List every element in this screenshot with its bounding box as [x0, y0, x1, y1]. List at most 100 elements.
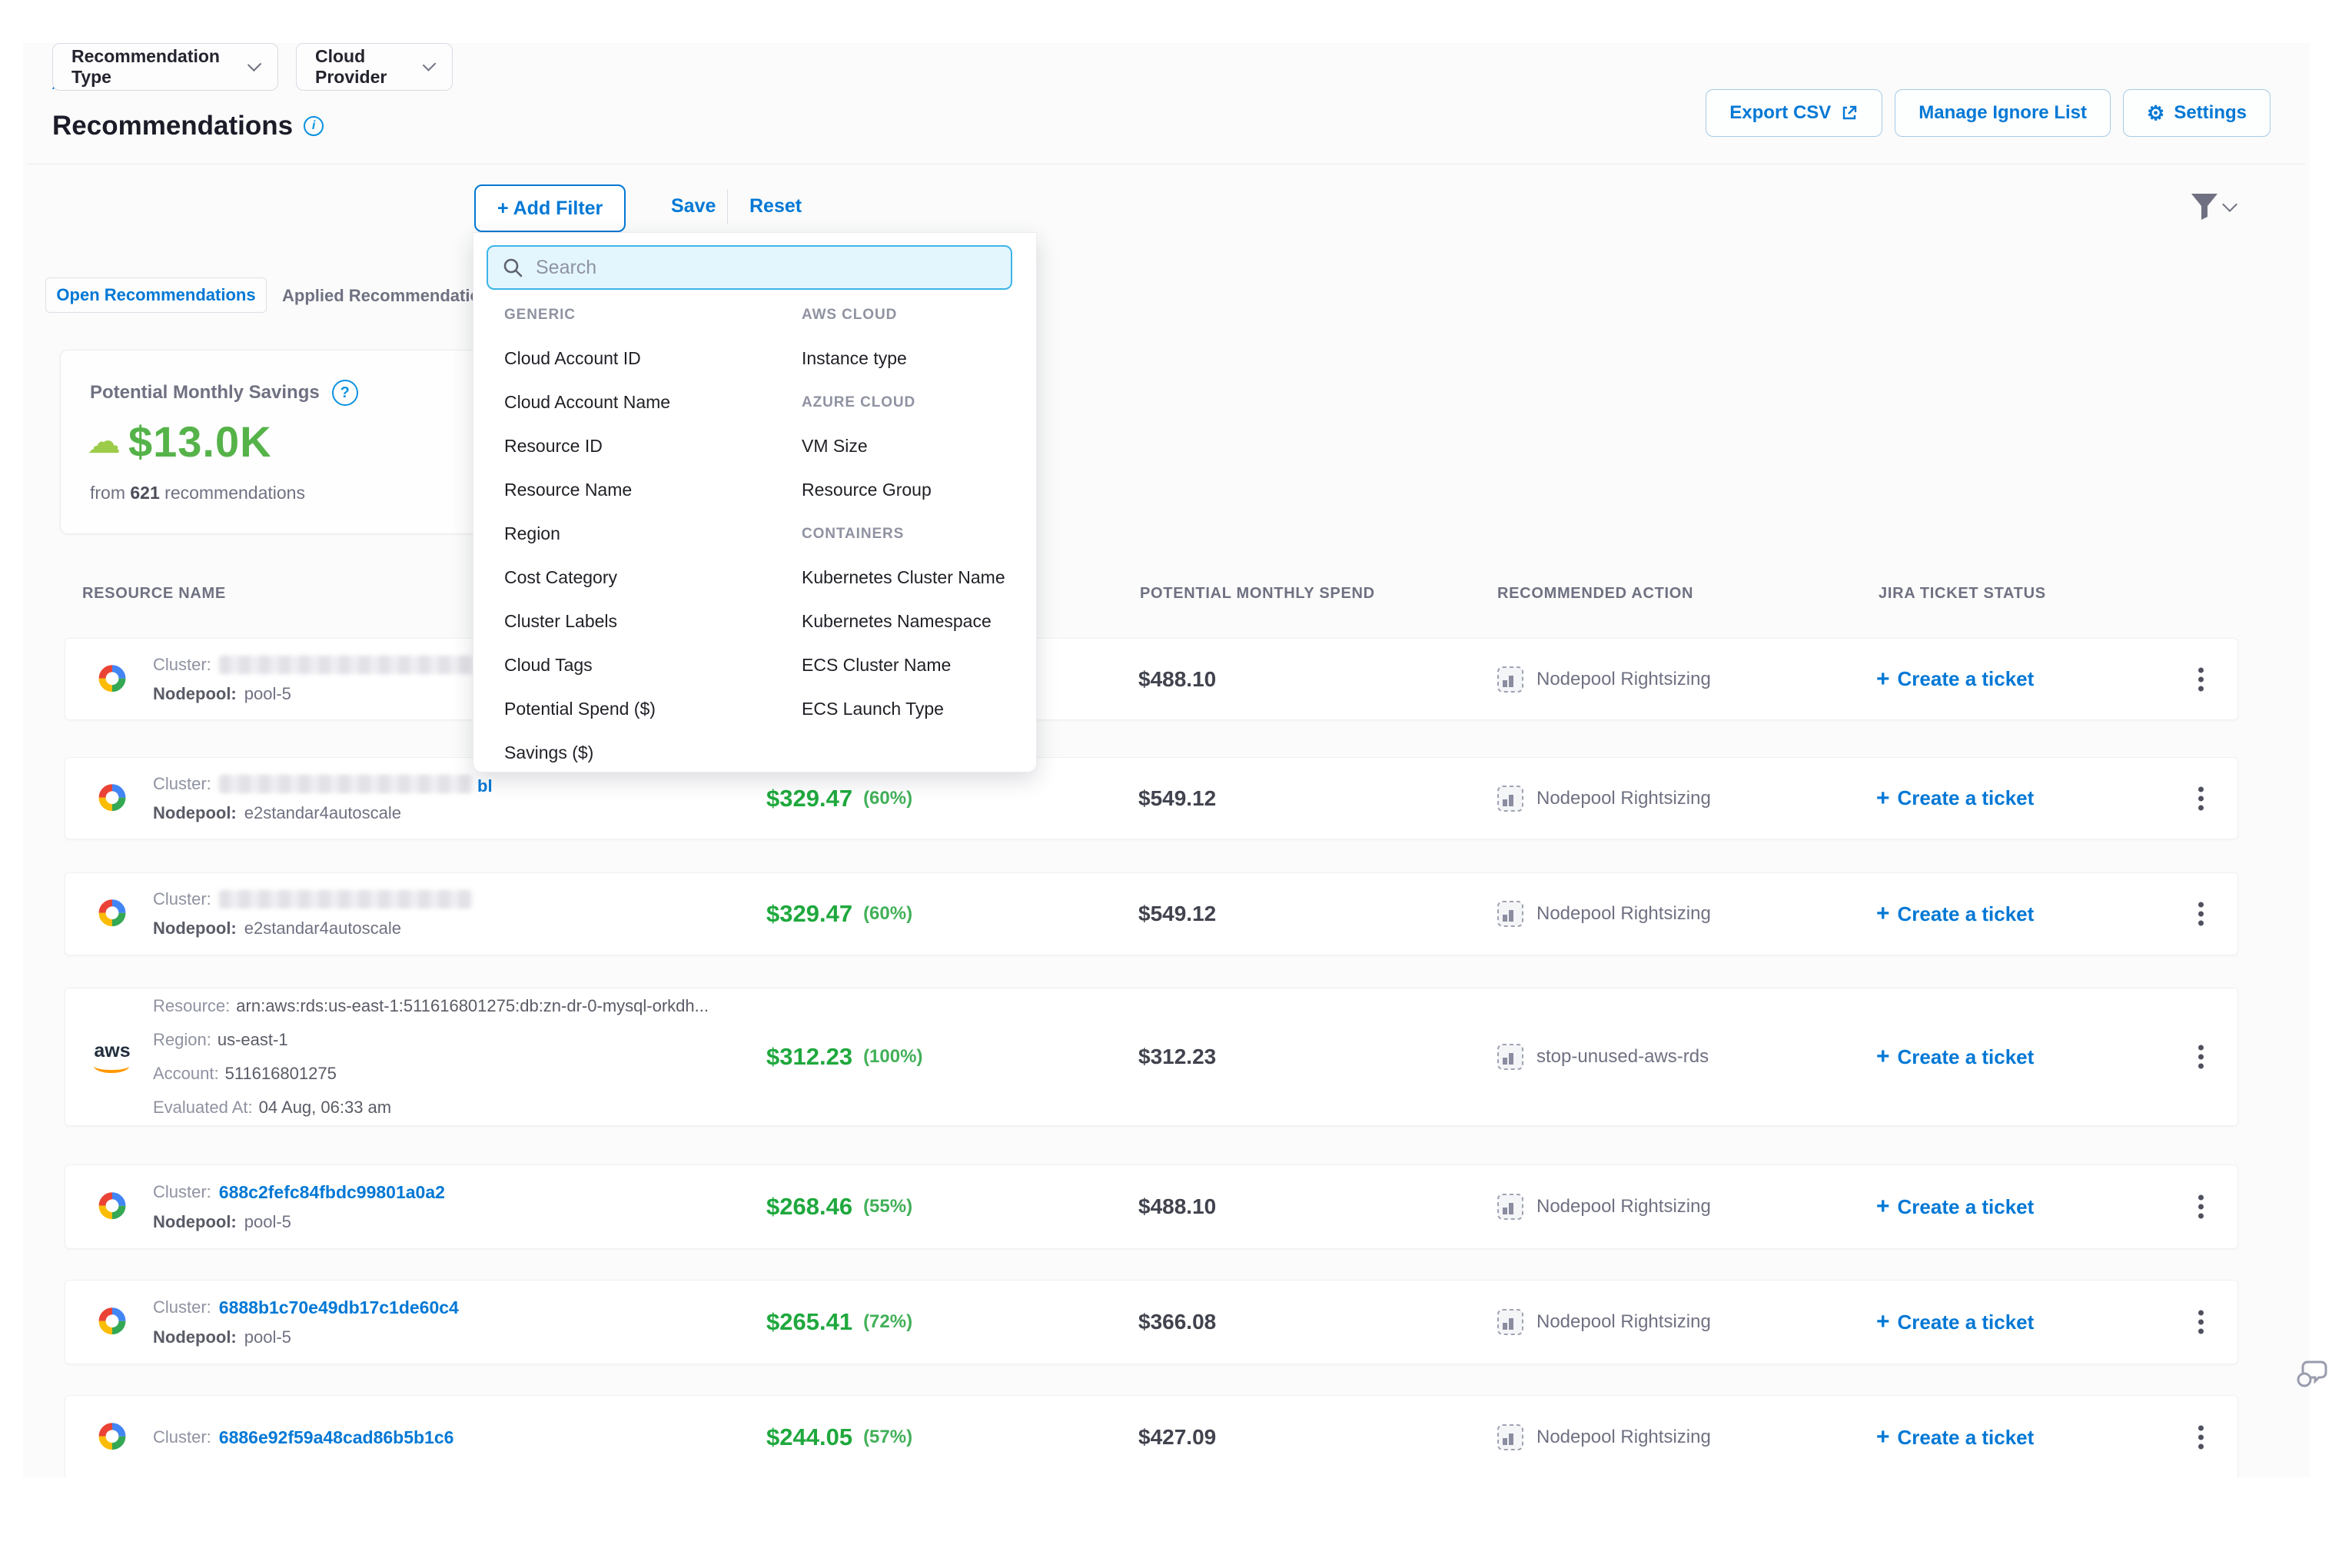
- row-menu-kebab[interactable]: [2185, 778, 2216, 819]
- cluster-label: Cluster:: [153, 889, 211, 909]
- redacted-cluster-name: [219, 656, 496, 674]
- savings-percent: (100%): [863, 1046, 922, 1068]
- filter-option[interactable]: VM Size: [802, 436, 868, 457]
- row-menu-kebab[interactable]: [2185, 1302, 2216, 1343]
- cluster-label: Cluster:: [153, 1297, 211, 1317]
- monthly-savings-value: $329.47: [766, 900, 852, 928]
- potential-monthly-spend-value: $488.10: [1138, 1165, 1216, 1248]
- filter-option[interactable]: Instance type: [802, 348, 907, 369]
- monthly-savings-value: $268.46: [766, 1193, 852, 1221]
- settings-button[interactable]: ⚙ Settings: [2123, 89, 2271, 137]
- recommendation-type-label: Recommendation Type: [71, 46, 238, 88]
- filter-option[interactable]: Cluster Labels: [504, 611, 617, 632]
- table-row[interactable]: Cluster: Nodepool:pool-5 $488.10 Nodepoo…: [65, 638, 2238, 720]
- filter-option[interactable]: Resource Group: [802, 480, 932, 500]
- help-icon[interactable]: ?: [332, 380, 358, 406]
- filter-search-input[interactable]: [534, 256, 997, 280]
- monthly-savings-value: $244.05: [766, 1423, 852, 1451]
- save-filter-link[interactable]: Save: [671, 195, 716, 218]
- create-ticket-label: Create a ticket: [1898, 786, 2035, 810]
- cloud-provider-label: Cloud Provider: [315, 46, 413, 88]
- manage-ignore-list-button[interactable]: Manage Ignore List: [1895, 89, 2111, 137]
- savings-percent: (60%): [863, 903, 912, 925]
- create-ticket-button[interactable]: + Create a ticket: [1876, 1281, 2034, 1364]
- recommendation-type-filter[interactable]: Recommendation Type: [52, 43, 278, 91]
- filter-panel-toggle[interactable]: [2189, 191, 2235, 223]
- create-ticket-button[interactable]: + Create a ticket: [1876, 758, 2034, 839]
- plus-icon: +: [1876, 1194, 1890, 1220]
- create-ticket-button[interactable]: + Create a ticket: [1876, 1165, 2034, 1248]
- nodepool-value: pool-5: [244, 684, 291, 704]
- export-csv-button[interactable]: Export CSV: [1706, 89, 1882, 137]
- create-ticket-label: Create a ticket: [1898, 1195, 2035, 1219]
- nodepool-label: Nodepool:: [153, 1327, 237, 1347]
- row-menu-kebab[interactable]: [2185, 1037, 2216, 1078]
- cluster-id-link[interactable]: 6886e92f59a48cad86b5b1c6: [219, 1427, 454, 1448]
- reset-filter-link[interactable]: Reset: [749, 195, 802, 218]
- plus-icon: +: [1876, 786, 1890, 812]
- table-row[interactable]: Cluster: 6888b1c70e49db17c1de60c4 Nodepoo…: [65, 1280, 2238, 1364]
- row-menu-kebab[interactable]: [2185, 659, 2216, 699]
- potential-savings-card: Potential Monthly Savings ? ☁ $13.0K fro…: [60, 350, 480, 534]
- filter-option[interactable]: Potential Spend ($): [504, 699, 656, 719]
- table-row[interactable]: Cluster:688c2fefc84fbdc99801a0a2 Nodepoo…: [65, 1164, 2238, 1249]
- recommended-action-label: Nodepool Rightsizing: [1536, 788, 1711, 809]
- filter-option[interactable]: ECS Cluster Name: [802, 655, 951, 676]
- recommendation-action-icon: [1497, 666, 1524, 693]
- filter-option[interactable]: Resource ID: [504, 436, 603, 457]
- nodepool-value: e2standar4autoscale: [244, 919, 401, 938]
- gcp-cloud-icon: [85, 873, 139, 955]
- table-row[interactable]: Cluster: Nodepool:e2standar4autoscale $3…: [65, 872, 2238, 955]
- chevron-down-icon: [247, 58, 262, 72]
- plus-icon: +: [1876, 1424, 1890, 1450]
- funnel-icon: [2189, 191, 2220, 223]
- row-menu-kebab[interactable]: [2185, 894, 2216, 935]
- plus-icon: +: [1876, 901, 1890, 927]
- info-icon[interactable]: i: [304, 116, 324, 136]
- toolbar: Export CSV Manage Ignore List ⚙ Settings: [1706, 89, 2271, 137]
- create-ticket-label: Create a ticket: [1898, 667, 2035, 691]
- resource-label: Resource:: [153, 989, 230, 1023]
- recommendation-action-icon: [1497, 1193, 1524, 1221]
- filter-option[interactable]: Region: [504, 523, 560, 544]
- table-row[interactable]: bl Cluster: Nodepool:e2standar4autoscale…: [65, 757, 2238, 839]
- savings-subtitle-prefix: from: [90, 483, 125, 503]
- add-filter-button[interactable]: + Add Filter: [474, 184, 626, 232]
- create-ticket-button[interactable]: + Create a ticket: [1876, 873, 2034, 955]
- filter-option[interactable]: Cloud Account Name: [504, 392, 670, 413]
- filter-option[interactable]: Kubernetes Cluster Name: [802, 567, 1005, 588]
- support-chat-icon[interactable]: [2295, 1357, 2330, 1394]
- savings-cloud-icon: ☁: [87, 425, 121, 459]
- redacted-cluster-name: [219, 775, 473, 793]
- add-filter-dropdown: GENERIC Cloud Account ID Cloud Account N…: [473, 232, 1037, 772]
- cloud-provider-filter[interactable]: Cloud Provider: [296, 43, 453, 91]
- filter-option[interactable]: Resource Name: [504, 480, 632, 500]
- table-row[interactable]: Cluster:6886e92f59a48cad86b5b1c6 $244.05…: [65, 1395, 2238, 1477]
- table-row[interactable]: aws Resource:arn:aws:rds:us-east-1:51161…: [65, 988, 2238, 1126]
- cluster-label: Cluster:: [153, 1182, 211, 1202]
- filter-option[interactable]: ECS Launch Type: [802, 699, 944, 719]
- filter-option[interactable]: Cost Category: [504, 567, 617, 588]
- create-ticket-button[interactable]: + Create a ticket: [1876, 639, 2034, 719]
- gear-icon: ⚙: [2147, 103, 2164, 123]
- filter-option[interactable]: Cloud Account ID: [504, 348, 641, 369]
- tab-applied-recommendations[interactable]: Applied Recommendations: [282, 286, 500, 306]
- dropdown-column-generic: GENERIC Cloud Account ID Cloud Account N…: [504, 293, 781, 775]
- tab-open-recommendations[interactable]: Open Recommendations: [45, 277, 267, 313]
- recommended-action-label: Nodepool Rightsizing: [1536, 1427, 1711, 1448]
- column-header-potential-monthly-spend: POTENTIAL MONTHLY SPEND: [1140, 585, 1375, 603]
- filter-option[interactable]: Kubernetes Namespace: [802, 611, 992, 632]
- potential-monthly-spend-value: $312.23: [1138, 988, 1216, 1125]
- filter-option[interactable]: Savings ($): [504, 742, 593, 763]
- create-ticket-button[interactable]: + Create a ticket: [1876, 988, 2034, 1125]
- filter-option[interactable]: Cloud Tags: [504, 655, 593, 676]
- column-header-resource-name: RESOURCE NAME: [82, 585, 226, 603]
- dropdown-search-box: [487, 245, 1012, 290]
- row-menu-kebab[interactable]: [2185, 1187, 2216, 1227]
- row-menu-kebab[interactable]: [2185, 1417, 2216, 1458]
- cluster-id-link[interactable]: 6888b1c70e49db17c1de60c4: [219, 1297, 459, 1318]
- savings-percent: (57%): [863, 1427, 912, 1448]
- manage-ignore-list-label: Manage Ignore List: [1918, 102, 2087, 124]
- create-ticket-button[interactable]: + Create a ticket: [1876, 1396, 2034, 1477]
- cluster-id-link[interactable]: 688c2fefc84fbdc99801a0a2: [219, 1182, 445, 1203]
